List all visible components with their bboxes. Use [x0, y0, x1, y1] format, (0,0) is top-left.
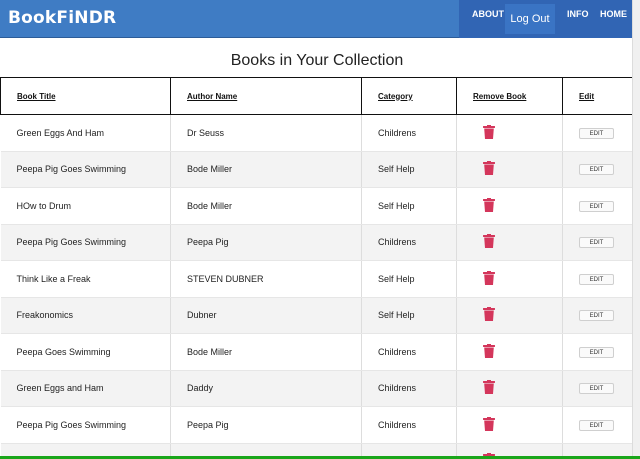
- table-row: Peepa Pig Goes Swimming Peepa Pig Children…: [0, 224, 634, 261]
- remove-book-cell: [456, 114, 563, 152]
- edit-cell: EDIT: [562, 370, 634, 407]
- trash-icon[interactable]: [483, 270, 495, 285]
- page-title: Books in Your Collection: [230, 52, 404, 69]
- remove-book-cell: [456, 224, 563, 261]
- edit-button[interactable]: EDIT: [579, 346, 614, 358]
- header-remove-book: Remove Book: [456, 77, 563, 115]
- edit-cell: EDIT: [562, 187, 634, 225]
- author-name-cell: Bode Miller: [170, 187, 362, 225]
- author-name-cell: Peepa Pig: [170, 224, 362, 261]
- author-name-cell: Bode Miller: [170, 333, 362, 371]
- edit-cell: EDIT: [562, 297, 634, 334]
- author-name-cell: Dr Seuss: [170, 114, 362, 152]
- table-row: Freakonomics Dubner Self Help EDIT: [0, 297, 634, 334]
- book-title-cell: Freakonomics: [0, 297, 171, 334]
- nav-about-link[interactable]: ABOUT: [472, 9, 504, 19]
- author-name-cell: Bode Miller: [170, 151, 362, 188]
- navbar: BookFiNDR ABOUT Log Out INFO HOME: [0, 0, 632, 38]
- book-title-cell: Green Eggs and Ham: [0, 370, 171, 407]
- category-cell: Childrens: [361, 333, 457, 371]
- book-title-cell: Think Like a Freak: [0, 260, 171, 298]
- table-row: Think Like a Freak STEVEN DUBNER Self Help…: [0, 260, 634, 298]
- header-edit: Edit: [562, 77, 634, 115]
- book-title-cell: Green Eggs And Ham: [0, 114, 171, 152]
- nav-home-link[interactable]: HOME: [600, 9, 627, 19]
- edit-cell: EDIT: [562, 406, 634, 444]
- trash-icon[interactable]: [483, 380, 495, 395]
- edit-cell: EDIT: [562, 224, 634, 261]
- page-scrollbar[interactable]: [632, 0, 640, 459]
- trash-icon[interactable]: [483, 124, 495, 139]
- table-row: Peepa Pig Goes Swimming Bode Miller Self H…: [0, 151, 634, 188]
- edit-button[interactable]: EDIT: [579, 383, 614, 395]
- author-name-cell: STEVEN DUBNER: [170, 260, 362, 298]
- table-row: Peepa Goes Swimming Bode Miller Childrens E…: [0, 333, 634, 371]
- remove-book-cell: [456, 151, 563, 188]
- remove-book-cell: [456, 187, 563, 225]
- category-cell: Self Help: [361, 151, 457, 188]
- trash-icon[interactable]: [483, 343, 495, 358]
- header-book-title: Book Title: [0, 77, 171, 115]
- books-table: Book Title Author Name Category Remove B…: [0, 77, 634, 459]
- trash-icon[interactable]: [483, 416, 495, 431]
- table-row: Green Eggs and Ham Daddy Childrens EDIT: [0, 370, 634, 407]
- remove-book-cell: [456, 333, 563, 371]
- header-category: Category: [361, 77, 457, 115]
- author-name-cell: Dubner: [170, 297, 362, 334]
- author-name-cell: Daddy: [170, 370, 362, 407]
- book-title-cell: HOw to Drum: [0, 187, 171, 225]
- book-title-cell: Peepa Pig Goes Swimming: [0, 224, 171, 261]
- table-row: Peepa Pig Goes Swimming Peepa Pig Children…: [0, 406, 634, 444]
- category-cell: Childrens: [361, 114, 457, 152]
- category-cell: Childrens: [361, 224, 457, 261]
- remove-book-cell: [456, 260, 563, 298]
- edit-cell: EDIT: [562, 114, 634, 152]
- remove-book-cell: [456, 297, 563, 334]
- category-cell: Self Help: [361, 187, 457, 225]
- book-title-cell: Peepa Pig Goes Swimming: [0, 406, 171, 444]
- edit-button[interactable]: EDIT: [579, 164, 614, 176]
- trash-icon[interactable]: [483, 234, 495, 249]
- edit-cell: EDIT: [562, 260, 634, 298]
- brand-logo[interactable]: BookFiNDR: [8, 8, 116, 28]
- edit-button[interactable]: EDIT: [579, 127, 614, 139]
- trash-icon[interactable]: [483, 161, 495, 176]
- edit-button[interactable]: EDIT: [579, 419, 614, 431]
- nav-info-link[interactable]: INFO: [567, 9, 589, 19]
- trash-icon[interactable]: [483, 307, 495, 322]
- trash-icon[interactable]: [483, 197, 495, 212]
- edit-button[interactable]: EDIT: [579, 273, 614, 285]
- edit-cell: EDIT: [562, 151, 634, 188]
- edit-button[interactable]: EDIT: [579, 200, 614, 212]
- category-cell: Self Help: [361, 297, 457, 334]
- category-cell: Childrens: [361, 406, 457, 444]
- category-cell: Self Help: [361, 260, 457, 298]
- remove-book-cell: [456, 406, 563, 444]
- header-author-name: Author Name: [170, 77, 362, 115]
- category-cell: Childrens: [361, 370, 457, 407]
- edit-cell: EDIT: [562, 333, 634, 371]
- remove-book-cell: [456, 370, 563, 407]
- edit-button[interactable]: EDIT: [579, 237, 614, 249]
- book-title-cell: Peepa Pig Goes Swimming: [0, 151, 171, 188]
- table-row: HOw to Drum Bode Miller Self Help EDIT: [0, 187, 634, 225]
- table-header-row: Book Title Author Name Category Remove B…: [0, 77, 634, 115]
- table-row: Green Eggs And Ham Dr Seuss Childrens EDIT: [0, 114, 634, 152]
- edit-button[interactable]: EDIT: [579, 310, 614, 322]
- logout-button[interactable]: Log Out: [505, 4, 555, 34]
- book-title-cell: Peepa Goes Swimming: [0, 333, 171, 371]
- books-table-container: Book Title Author Name Category Remove B…: [0, 77, 634, 459]
- author-name-cell: Peepa Pig: [170, 406, 362, 444]
